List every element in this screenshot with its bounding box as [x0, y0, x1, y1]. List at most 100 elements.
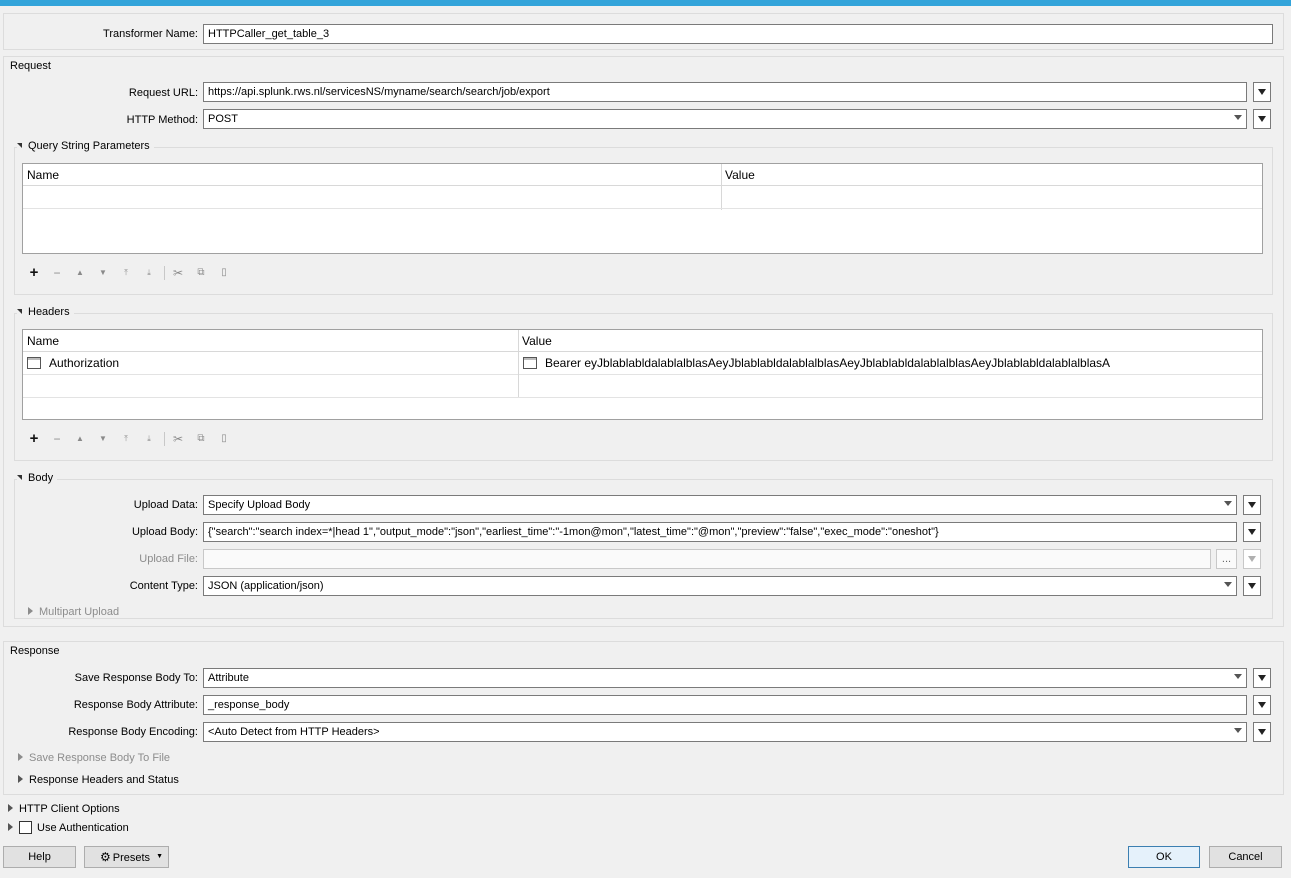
upload-data-value: Specify Upload Body	[208, 499, 311, 511]
table-row-value-cell[interactable]: Bearer eyJblablabldalablalblasAeyJblabla…	[519, 352, 1262, 375]
save-response-body-to-file-toggle[interactable]: Save Response Body To File	[18, 751, 170, 765]
expand-triangle-icon	[18, 753, 23, 761]
move-up-icon[interactable]: ▲	[73, 431, 87, 447]
http-client-options-toggle[interactable]: HTTP Client Options	[8, 802, 120, 816]
request-section-title: Request	[10, 60, 51, 72]
upload-body-label: Upload Body:	[131, 526, 198, 538]
query-params-section-toggle[interactable]: Query String Parameters	[17, 139, 154, 153]
upload-data-select[interactable]: Specify Upload Body	[203, 495, 1237, 515]
use-authentication-row: Use Authentication	[8, 821, 129, 835]
response-body-attribute-input[interactable]: _response_body	[203, 695, 1247, 715]
attribute-value-icon	[27, 357, 41, 369]
multipart-upload-toggle[interactable]: Multipart Upload	[28, 605, 119, 619]
save-response-body-to-menu-button[interactable]	[1253, 668, 1271, 688]
move-bottom-icon[interactable]: ⤓	[142, 265, 156, 281]
use-authentication-checkbox[interactable]	[19, 821, 32, 834]
upload-file-menu-button[interactable]	[1243, 549, 1261, 569]
save-response-body-to-file-title: Save Response Body To File	[29, 752, 171, 764]
column-header-name[interactable]: Name	[23, 164, 721, 186]
upload-body-input[interactable]: {"search":"search index=*|head 1","outpu…	[203, 522, 1237, 542]
paste-icon[interactable]: ▯	[217, 265, 231, 281]
table-row-name-cell[interactable]: Authorization	[23, 352, 518, 375]
move-up-icon[interactable]: ▲	[73, 265, 87, 281]
headers-title: Headers	[28, 306, 70, 318]
upload-data-label: Upload Data:	[133, 499, 198, 511]
response-headers-status-title: Response Headers and Status	[29, 774, 179, 786]
response-body-attribute-menu-button[interactable]	[1253, 695, 1271, 715]
expand-triangle-icon	[8, 804, 13, 812]
table-row-empty[interactable]	[23, 375, 1262, 398]
response-body-encoding-menu-button[interactable]	[1253, 722, 1271, 742]
column-header-value[interactable]: Value	[721, 164, 1262, 186]
response-headers-status-toggle[interactable]: Response Headers and Status	[18, 773, 179, 787]
expand-triangle-icon[interactable]	[8, 823, 13, 831]
response-body-attribute-label: Response Body Attribute:	[73, 699, 198, 711]
expand-triangle-icon	[18, 775, 23, 783]
query-params-title: Query String Parameters	[28, 140, 150, 152]
query-params-toolbar: + − ▲ ▼ ⤒ ⤓ ✂ ⧉ ▯	[27, 265, 237, 281]
content-type-value: JSON (application/json)	[208, 580, 324, 592]
attribute-value-icon	[523, 357, 537, 369]
table-row-empty[interactable]	[23, 186, 1262, 209]
move-top-icon[interactable]: ⤒	[119, 431, 133, 447]
headers-toolbar: + − ▲ ▼ ⤒ ⤓ ✂ ⧉ ▯	[27, 431, 237, 447]
cut-icon[interactable]: ✂	[171, 265, 185, 281]
upload-body-menu-button[interactable]	[1243, 522, 1261, 542]
remove-icon[interactable]: −	[50, 431, 64, 447]
http-method-menu-button[interactable]	[1253, 109, 1271, 129]
move-down-icon[interactable]: ▼	[96, 265, 110, 281]
dropdown-arrow-icon: ▼	[156, 853, 163, 860]
toolbar-divider	[164, 266, 165, 280]
upload-file-label: Upload File:	[139, 553, 198, 565]
request-url-input[interactable]: https://api.splunk.rws.nl/servicesNS/myn…	[203, 82, 1247, 102]
upload-data-menu-button[interactable]	[1243, 495, 1261, 515]
move-top-icon[interactable]: ⤒	[119, 265, 133, 281]
presets-button[interactable]: ⚙ Presets ▼	[84, 846, 169, 868]
http-method-label: HTTP Method:	[126, 114, 198, 126]
paste-icon[interactable]: ▯	[217, 431, 231, 447]
save-response-body-to-label: Save Response Body To:	[74, 672, 198, 684]
copy-icon[interactable]: ⧉	[194, 431, 208, 447]
chevron-down-icon	[1234, 674, 1242, 679]
move-bottom-icon[interactable]: ⤓	[142, 431, 156, 447]
headers-section-toggle[interactable]: Headers	[17, 305, 74, 319]
chevron-down-icon	[1234, 115, 1242, 120]
content-type-menu-button[interactable]	[1243, 576, 1261, 596]
transformer-name-input[interactable]: HTTPCaller_get_table_3	[203, 24, 1273, 44]
save-response-body-to-select[interactable]: Attribute	[203, 668, 1247, 688]
request-url-label: Request URL:	[128, 87, 198, 99]
column-header-value[interactable]: Value	[518, 330, 1262, 352]
content-type-label: Content Type:	[129, 580, 198, 592]
response-body-encoding-select[interactable]: <Auto Detect from HTTP Headers>	[203, 722, 1247, 742]
content-type-select[interactable]: JSON (application/json)	[203, 576, 1237, 596]
upload-file-input[interactable]	[203, 549, 1211, 569]
header-name: Authorization	[49, 356, 120, 370]
chevron-down-icon	[1224, 501, 1232, 506]
collapse-triangle-icon	[17, 309, 22, 314]
headers-table[interactable]: Name Value Authorization Bearer eyJblabl…	[22, 329, 1263, 420]
response-body-encoding-value: <Auto Detect from HTTP Headers>	[208, 726, 380, 738]
request-url-menu-button[interactable]	[1253, 82, 1271, 102]
copy-icon[interactable]: ⧉	[194, 265, 208, 281]
help-button[interactable]: Help	[3, 846, 76, 868]
expand-triangle-icon	[28, 607, 33, 615]
move-down-icon[interactable]: ▼	[96, 431, 110, 447]
ok-button[interactable]: OK	[1128, 846, 1200, 868]
add-icon[interactable]: +	[27, 431, 41, 447]
cancel-button[interactable]: Cancel	[1209, 846, 1282, 868]
presets-label: Presets	[112, 852, 151, 864]
presets-gear-icon: ⚙	[100, 850, 111, 864]
column-header-name[interactable]: Name	[23, 330, 518, 352]
header-value: Bearer eyJblablabldalablalblasAeyJblabla…	[545, 356, 1111, 370]
query-params-table[interactable]: Name Value	[22, 163, 1263, 254]
add-icon[interactable]: +	[27, 265, 41, 281]
browse-button[interactable]: ...	[1216, 549, 1237, 569]
remove-icon[interactable]: −	[50, 265, 64, 281]
chevron-down-icon	[1234, 728, 1242, 733]
collapse-triangle-icon	[17, 475, 22, 480]
cut-icon[interactable]: ✂	[171, 431, 185, 447]
window-top-accent	[0, 0, 1291, 6]
body-section-toggle[interactable]: Body	[17, 471, 58, 485]
body-title: Body	[28, 472, 54, 484]
http-method-select[interactable]: POST	[203, 109, 1247, 129]
